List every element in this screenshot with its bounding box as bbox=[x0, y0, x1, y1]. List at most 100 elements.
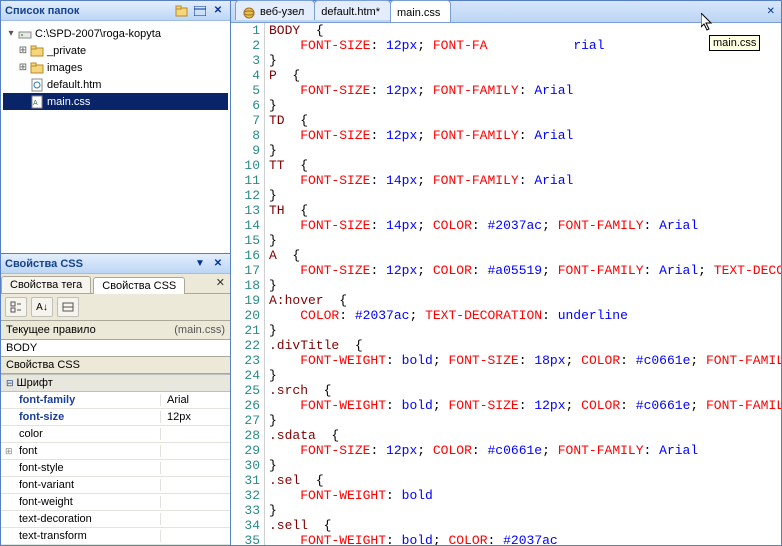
code-line[interactable]: FONT-SIZE: 12px; FONT-FAMILY: Arial bbox=[269, 128, 781, 143]
editor-tab[interactable]: веб-узел bbox=[235, 0, 315, 20]
code-line[interactable]: .divTitle { bbox=[269, 338, 781, 353]
line-number: 14 bbox=[231, 218, 260, 233]
prop-row[interactable]: color bbox=[1, 426, 230, 443]
line-number: 8 bbox=[231, 128, 260, 143]
code-line[interactable]: FONT-SIZE: 12px; FONT-FA rial bbox=[269, 38, 781, 53]
code-line[interactable]: .sel { bbox=[269, 473, 781, 488]
line-number: 26 bbox=[231, 398, 260, 413]
prop-name: ⊞font bbox=[1, 445, 161, 457]
tree-item-label: images bbox=[47, 62, 82, 74]
code-area[interactable]: BODY { FONT-SIZE: 12px; FONT-FA rial}P {… bbox=[265, 23, 781, 545]
prop-value[interactable]: Arial bbox=[161, 394, 189, 406]
sort-icon[interactable]: A↓ bbox=[31, 297, 53, 317]
code-line[interactable]: TT { bbox=[269, 158, 781, 173]
code-line[interactable]: FONT-WEIGHT: bold; COLOR: #2037ac bbox=[269, 533, 781, 545]
prop-row[interactable]: font-variant bbox=[1, 477, 230, 494]
tab-close-icon[interactable]: ✕ bbox=[450, 6, 781, 17]
code-line[interactable]: } bbox=[269, 143, 781, 158]
new-folder-icon[interactable] bbox=[174, 4, 190, 18]
code-line[interactable]: FONT-SIZE: 14px; COLOR: #2037ac; FONT-FA… bbox=[269, 218, 781, 233]
code-line[interactable]: .sell { bbox=[269, 518, 781, 533]
dropdown-icon[interactable]: ▼ bbox=[192, 257, 208, 271]
code-line[interactable]: } bbox=[269, 503, 781, 518]
prop-row[interactable]: text-transform bbox=[1, 528, 230, 545]
summary-icon[interactable] bbox=[57, 297, 79, 317]
folders-header: Список папок ✕ bbox=[1, 1, 230, 21]
line-number: 5 bbox=[231, 83, 260, 98]
tree-item[interactable]: Amain.css bbox=[3, 93, 228, 110]
code-line[interactable]: } bbox=[269, 278, 781, 293]
line-number: 30 bbox=[231, 458, 260, 473]
code-line[interactable]: A:hover { bbox=[269, 293, 781, 308]
prop-row[interactable]: text-decoration bbox=[1, 511, 230, 528]
code-line[interactable]: FONT-SIZE: 12px; FONT-FAMILY: Arial bbox=[269, 83, 781, 98]
line-number: 16 bbox=[231, 248, 260, 263]
code-line[interactable]: FONT-WEIGHT: bold; FONT-SIZE: 18px; COLO… bbox=[269, 353, 781, 368]
line-number: 2 bbox=[231, 38, 260, 53]
code-line[interactable]: FONT-SIZE: 12px; COLOR: #a05519; FONT-FA… bbox=[269, 263, 781, 278]
code-line[interactable]: } bbox=[269, 188, 781, 203]
subtab-css-props[interactable]: Свойства CSS bbox=[93, 277, 185, 294]
css-properties-panel: Свойства CSS ▼ ✕ Свойства тега Свойства … bbox=[1, 253, 230, 545]
folder-tree[interactable]: ▾ C:\SPD-2007\roga-kopyta ⊞_private⊞imag… bbox=[1, 21, 230, 253]
code-line[interactable]: .srch { bbox=[269, 383, 781, 398]
prop-row[interactable]: ⊞font bbox=[1, 443, 230, 460]
code-line[interactable]: BODY { bbox=[269, 23, 781, 38]
code-line[interactable]: TD { bbox=[269, 113, 781, 128]
code-line[interactable]: } bbox=[269, 458, 781, 473]
prop-group-font[interactable]: ⊟ Шрифт bbox=[1, 374, 230, 392]
line-number: 24 bbox=[231, 368, 260, 383]
collapse-icon[interactable]: ⊟ bbox=[6, 378, 14, 389]
code-line[interactable]: FONT-SIZE: 12px; COLOR: #c0661e; FONT-FA… bbox=[269, 443, 781, 458]
editor-tabs: веб-узелdefault.htm*main.css ✕ main.css bbox=[231, 1, 781, 23]
code-line[interactable]: TH { bbox=[269, 203, 781, 218]
close-icon[interactable]: ✕ bbox=[210, 4, 226, 18]
code-line[interactable]: } bbox=[269, 233, 781, 248]
code-line[interactable]: } bbox=[269, 98, 781, 113]
line-number: 33 bbox=[231, 503, 260, 518]
code-line[interactable]: } bbox=[269, 323, 781, 338]
categorized-icon[interactable] bbox=[5, 297, 27, 317]
code-line[interactable]: } bbox=[269, 53, 781, 68]
subtab-close-icon[interactable]: ✕ bbox=[211, 274, 230, 293]
code-line[interactable]: COLOR: #2037ac; TEXT-DECORATION: underli… bbox=[269, 308, 781, 323]
prop-value[interactable]: 12px bbox=[161, 411, 191, 423]
htm-icon bbox=[29, 78, 45, 92]
prop-row[interactable]: font-weight bbox=[1, 494, 230, 511]
line-gutter: 1234567891011121314151617181920212223242… bbox=[231, 23, 265, 545]
line-number: 6 bbox=[231, 98, 260, 113]
tree-item[interactable]: default.htm bbox=[3, 76, 228, 93]
tree-item[interactable]: ⊞ images bbox=[3, 59, 228, 76]
code-line[interactable]: } bbox=[269, 413, 781, 428]
prop-name: font-family bbox=[1, 394, 161, 406]
expand-icon[interactable]: ⊞ bbox=[5, 446, 15, 457]
code-line[interactable]: FONT-SIZE: 14px; FONT-FAMILY: Arial bbox=[269, 173, 781, 188]
close-icon[interactable]: ✕ bbox=[210, 257, 226, 271]
code-line[interactable]: } bbox=[269, 368, 781, 383]
editor-tab[interactable]: default.htm* bbox=[314, 0, 391, 20]
expand-icon[interactable]: ⊞ bbox=[17, 62, 29, 73]
code-editor[interactable]: 1234567891011121314151617181920212223242… bbox=[231, 23, 781, 545]
prop-row[interactable]: font-familyArial bbox=[1, 392, 230, 409]
line-number: 17 bbox=[231, 263, 260, 278]
code-line[interactable]: P { bbox=[269, 68, 781, 83]
line-number: 19 bbox=[231, 293, 260, 308]
code-line[interactable]: FONT-WEIGHT: bold bbox=[269, 488, 781, 503]
tree-item[interactable]: ⊞_private bbox=[3, 42, 228, 59]
view-icon[interactable] bbox=[192, 4, 208, 18]
prop-row[interactable]: font-size12px bbox=[1, 409, 230, 426]
editor-tab[interactable]: main.css bbox=[390, 0, 451, 22]
code-line[interactable]: A { bbox=[269, 248, 781, 263]
code-line[interactable]: .sdata { bbox=[269, 428, 781, 443]
expand-icon[interactable]: ⊞ bbox=[17, 45, 29, 56]
code-line[interactable]: FONT-WEIGHT: bold; FONT-SIZE: 12px; COLO… bbox=[269, 398, 781, 413]
collapse-icon[interactable]: ▾ bbox=[5, 28, 17, 39]
tree-root[interactable]: ▾ C:\SPD-2007\roga-kopyta bbox=[3, 25, 228, 42]
prop-row[interactable]: font-style bbox=[1, 460, 230, 477]
selector-row[interactable]: BODY bbox=[1, 340, 230, 357]
tab-label: default.htm* bbox=[321, 6, 380, 18]
subtab-tag-props[interactable]: Свойства тега bbox=[1, 276, 91, 293]
right-column: веб-узелdefault.htm*main.css ✕ main.css … bbox=[231, 1, 781, 545]
props-header: Свойства CSS bbox=[1, 357, 230, 374]
prop-name: font-size bbox=[1, 411, 161, 423]
